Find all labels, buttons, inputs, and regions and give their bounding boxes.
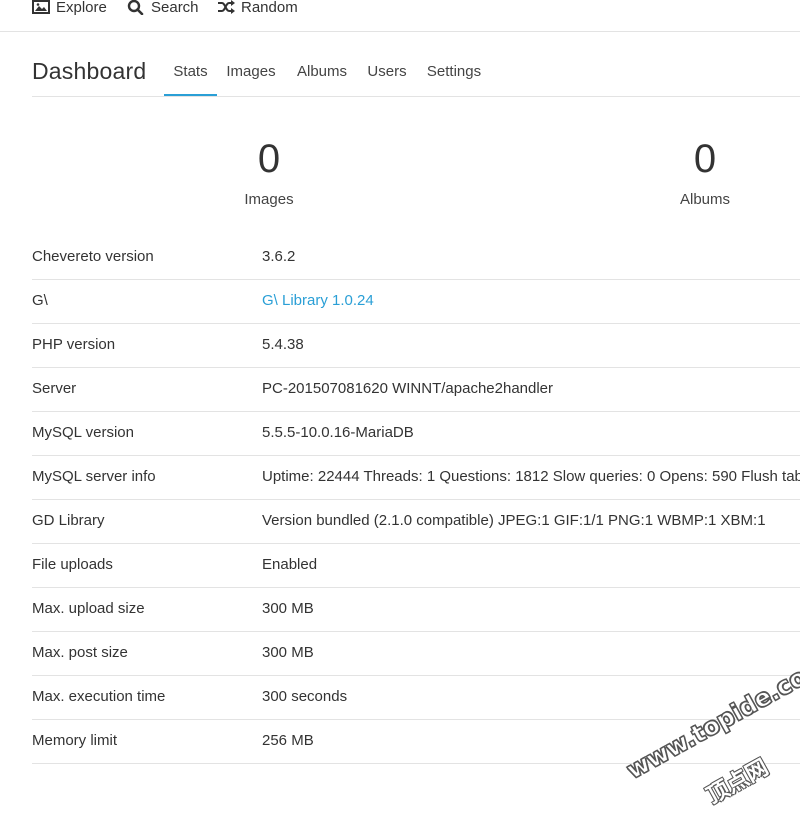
row-value: Version bundled (2.1.0 compatible) JPEG:… [262, 512, 766, 529]
row-label: Max. upload size [32, 600, 145, 617]
stat-images-count: 0 [257, 137, 281, 181]
stat-albums-label: Albums [679, 191, 731, 208]
row-label: File uploads [32, 556, 113, 573]
watermark-brand: 顶点网 [702, 755, 773, 810]
system-info-table: Chevereto version 3.6.2 G\ G\ Library 1.… [32, 236, 800, 764]
row-label: G\ [32, 292, 48, 309]
stat-images[interactable]: 0 Images [189, 137, 349, 208]
table-row: Chevereto version 3.6.2 [32, 236, 800, 280]
row-value: 300 MB [262, 644, 314, 661]
row-label: PHP version [32, 336, 116, 353]
top-navigation: Explore Search Random [0, 0, 800, 32]
tab-users[interactable]: Users [366, 46, 408, 95]
row-value: 5.5.5-10.0.16-MariaDB [262, 424, 414, 441]
row-label: Chevereto version [32, 248, 154, 265]
row-value: PC-201507081620 WINNT/apache2handler [262, 380, 554, 397]
nav-random[interactable]: Random [217, 0, 298, 18]
nav-explore-label: Explore [56, 0, 107, 16]
shuffle-icon [218, 0, 235, 14]
stat-albums-count: 0 [693, 137, 717, 181]
dashboard-header: Dashboard Stats Images Albums Users Sett… [32, 46, 800, 97]
image-icon [32, 0, 50, 14]
table-row: G\ G\ Library 1.0.24 [32, 280, 800, 324]
row-value: 300 seconds [262, 688, 348, 705]
nav-random-label: Random [241, 0, 298, 16]
row-value: 256 MB [262, 732, 314, 749]
row-label: MySQL server info [32, 468, 156, 485]
row-value: 5.4.38 [262, 336, 304, 353]
row-value: Enabled [262, 556, 318, 573]
table-row: Server PC-201507081620 WINNT/apache2hand… [32, 368, 800, 412]
watermark: www.topide.com 顶点网 [621, 650, 800, 809]
stat-albums[interactable]: 0 Albums [625, 137, 785, 208]
search-icon [127, 0, 144, 15]
table-row: Max. upload size 300 MB [32, 588, 800, 632]
tab-albums[interactable]: Albums [294, 46, 350, 95]
table-row: Max. post size 300 MB [32, 632, 800, 676]
table-row: File uploads Enabled [32, 544, 800, 588]
nav-search-label: Search [151, 0, 199, 16]
row-value: Uptime: 22444 Threads: 1 Questions: 1812… [262, 468, 800, 485]
nav-explore[interactable]: Explore [32, 0, 107, 18]
g-library-link[interactable]: G\ Library 1.0.24 [262, 292, 374, 309]
page-title: Dashboard [32, 58, 147, 84]
row-label: MySQL version [32, 424, 134, 441]
table-row: GD Library Version bundled (2.1.0 compat… [32, 500, 800, 544]
row-label: Max. execution time [32, 688, 166, 705]
nav-search[interactable]: Search [127, 0, 199, 18]
tab-stats[interactable]: Stats [164, 46, 217, 96]
row-value: 3.6.2 [262, 248, 296, 265]
table-row: MySQL server info Uptime: 22444 Threads:… [32, 456, 800, 500]
row-label: GD Library [32, 512, 105, 529]
table-row: MySQL version 5.5.5-10.0.16-MariaDB [32, 412, 800, 456]
table-row: PHP version 5.4.38 [32, 324, 800, 368]
row-value: 300 MB [262, 600, 314, 617]
tab-images[interactable]: Images [224, 46, 278, 95]
row-label: Server [32, 380, 77, 397]
tab-settings[interactable]: Settings [425, 46, 483, 95]
row-label: Memory limit [32, 732, 117, 749]
stat-images-label: Images [244, 191, 294, 208]
row-label: Max. post size [32, 644, 128, 661]
